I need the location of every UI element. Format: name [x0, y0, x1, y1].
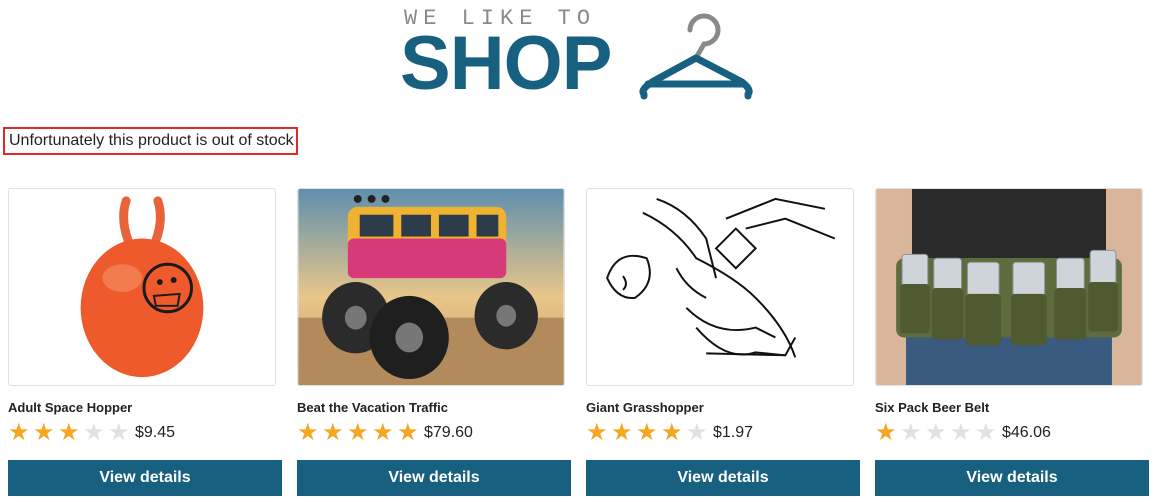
- star-icon: ★: [83, 419, 105, 446]
- product-card: Adult Space Hopper ★ ★ ★ ★ ★ $9.45 View …: [8, 188, 282, 496]
- product-name[interactable]: Giant Grasshopper: [586, 400, 860, 416]
- view-details-button[interactable]: View details: [875, 460, 1149, 496]
- rating-stars: ★ ★ ★ ★ ★: [875, 421, 1000, 445]
- product-price: $9.45: [135, 424, 176, 441]
- logo-wordmark: SHOP: [400, 21, 612, 106]
- space-hopper-image[interactable]: [8, 188, 276, 386]
- product-price: $1.97: [713, 424, 754, 441]
- product-price: $46.06: [1002, 424, 1051, 441]
- beer-belt-image[interactable]: [875, 188, 1143, 386]
- product-card: Beat the Vacation Traffic ★ ★ ★ ★ ★ $79.…: [297, 188, 571, 496]
- star-icon: ★: [950, 419, 972, 446]
- view-details-button[interactable]: View details: [297, 460, 571, 496]
- star-icon: ★: [322, 419, 344, 446]
- star-icon: ★: [397, 419, 419, 446]
- star-icon: ★: [900, 419, 922, 446]
- product-price: $79.60: [424, 424, 473, 441]
- grasshopper-sketch-image[interactable]: [586, 188, 854, 386]
- star-icon: ★: [347, 419, 369, 446]
- star-icon: ★: [875, 419, 897, 446]
- product-card: Six Pack Beer Belt ★ ★ ★ ★ ★ $46.06 View…: [875, 188, 1149, 496]
- star-icon: ★: [611, 419, 633, 446]
- star-icon: ★: [58, 419, 80, 446]
- star-icon: ★: [108, 419, 130, 446]
- rating-stars: ★ ★ ★ ★ ★: [297, 421, 422, 445]
- rating-stars: ★ ★ ★ ★ ★: [586, 421, 711, 445]
- star-icon: ★: [33, 419, 55, 446]
- star-icon: ★: [661, 419, 683, 446]
- product-name[interactable]: Six Pack Beer Belt: [875, 400, 1149, 416]
- view-details-button[interactable]: View details: [8, 460, 282, 496]
- monster-van-image[interactable]: [297, 188, 565, 386]
- site-logo[interactable]: WE LIKE TO SHOP: [400, 4, 760, 106]
- star-icon: ★: [297, 419, 319, 446]
- star-icon: ★: [975, 419, 997, 446]
- product-name[interactable]: Adult Space Hopper: [8, 400, 282, 416]
- star-icon: ★: [636, 419, 658, 446]
- product-card: Giant Grasshopper ★ ★ ★ ★ ★ $1.97 View d…: [586, 188, 860, 496]
- hanger-icon: [639, 13, 753, 100]
- view-details-button[interactable]: View details: [586, 460, 860, 496]
- out-of-stock-notice: Unfortunately this product is out of sto…: [3, 127, 298, 155]
- star-icon: ★: [686, 419, 708, 446]
- product-name[interactable]: Beat the Vacation Traffic: [297, 400, 571, 416]
- star-icon: ★: [8, 419, 30, 446]
- star-icon: ★: [372, 419, 394, 446]
- rating-stars: ★ ★ ★ ★ ★: [8, 421, 133, 445]
- star-icon: ★: [925, 419, 947, 446]
- star-icon: ★: [586, 419, 608, 446]
